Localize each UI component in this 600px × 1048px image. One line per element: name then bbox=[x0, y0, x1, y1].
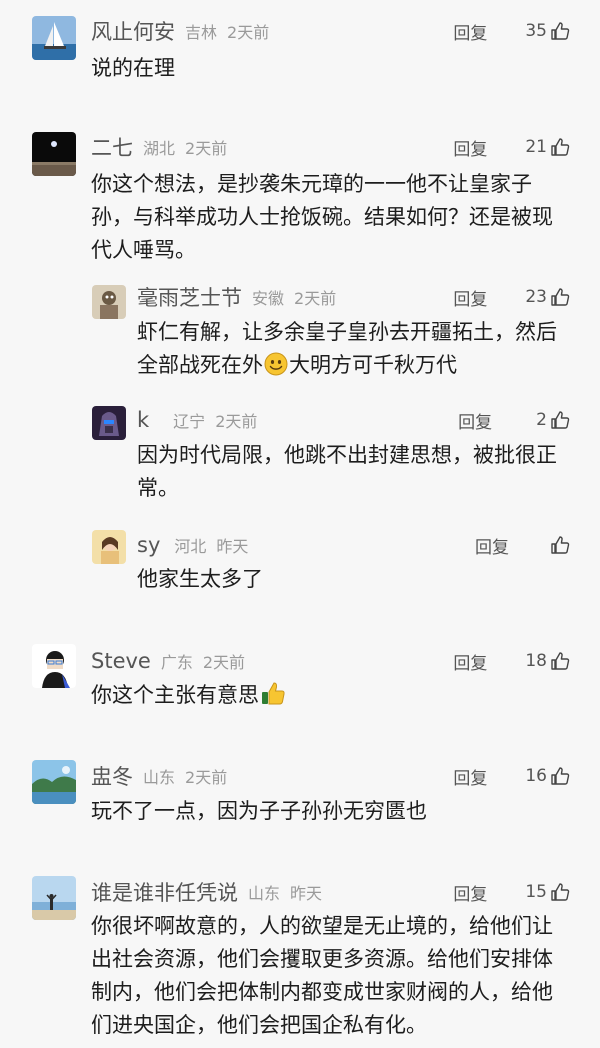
comment-text: 虾仁有解，让多余皇子皇孙去开疆拓土，然后全部战死在外 大明方可千秋万代 bbox=[137, 316, 567, 386]
like-count: 18 bbox=[525, 651, 547, 671]
comment-author[interactable]: 风止何安 bbox=[91, 16, 175, 46]
comment-text: 因为时代局限，他跳不出封建思想，被批很正常。 bbox=[137, 443, 557, 500]
comment-time: 2天前 bbox=[227, 23, 270, 42]
comment-time: 昨天 bbox=[290, 884, 323, 903]
avatar[interactable] bbox=[32, 876, 76, 920]
thumbs-up-icon[interactable] bbox=[550, 410, 570, 430]
comment-location: 山东 bbox=[143, 768, 176, 787]
avatar[interactable] bbox=[32, 760, 76, 804]
reply-button[interactable]: 回复 bbox=[458, 408, 492, 433]
smile-emoji-icon bbox=[264, 352, 288, 386]
comment-text: 你这个想法，是抄袭朱元璋的一一他不让皇家子孙，与科举成功人士抢饭碗。结果如何？还… bbox=[91, 172, 553, 262]
like-count: 21 bbox=[525, 137, 547, 157]
like-count: 23 bbox=[525, 287, 547, 307]
comment-author[interactable]: 盅冬 bbox=[91, 761, 133, 791]
comment-text: 玩不了一点，因为子子孙孙无穷匮也 bbox=[91, 799, 427, 823]
thumbs-up-icon[interactable] bbox=[550, 651, 570, 671]
like-count: 2 bbox=[536, 410, 547, 430]
comment-location: 辽宁 bbox=[173, 412, 206, 431]
like-count: 16 bbox=[525, 766, 547, 786]
comment-text: 他家生太多了 bbox=[137, 567, 263, 591]
reply-button[interactable]: 回复 bbox=[453, 764, 487, 789]
comment-time: 昨天 bbox=[216, 537, 249, 556]
comment-text: 你很坏啊故意的，人的欲望是无止境的，给他们让出社会资源，他们会攫取更多资源。给他… bbox=[91, 914, 553, 1037]
avatar[interactable] bbox=[32, 644, 76, 688]
comment-time: 2天前 bbox=[185, 139, 228, 158]
like-count: 15 bbox=[525, 882, 547, 902]
like-count: 35 bbox=[525, 21, 547, 41]
comment-text-part: 你这个主张有意思 bbox=[91, 683, 259, 707]
comment-time: 2天前 bbox=[294, 289, 337, 308]
reply-button[interactable]: 回复 bbox=[453, 285, 487, 310]
comment-time: 2天前 bbox=[185, 768, 228, 787]
thumbs-up-icon[interactable] bbox=[550, 882, 570, 902]
avatar[interactable] bbox=[32, 132, 76, 176]
comment-author[interactable]: Steve bbox=[91, 649, 151, 673]
thumbs-up-icon[interactable] bbox=[550, 287, 570, 307]
comment-location: 广东 bbox=[160, 653, 193, 672]
reply-button[interactable]: 回复 bbox=[453, 135, 487, 160]
reply-button[interactable]: 回复 bbox=[453, 880, 487, 905]
reply-button[interactable]: 回复 bbox=[453, 19, 487, 44]
comment-location: 湖北 bbox=[143, 139, 176, 158]
comment-author[interactable]: 谁是谁非任凭说 bbox=[91, 877, 238, 907]
reply-button[interactable]: 回复 bbox=[453, 649, 487, 674]
comment-location: 安徽 bbox=[252, 289, 285, 308]
thumbs-up-icon[interactable] bbox=[550, 766, 570, 786]
comment-author[interactable]: sy bbox=[137, 533, 160, 557]
comment-author[interactable]: k bbox=[137, 408, 149, 432]
comment-author[interactable]: 毫雨芝士节 bbox=[137, 282, 242, 312]
avatar[interactable] bbox=[92, 285, 126, 319]
thumbs-up-icon[interactable] bbox=[550, 137, 570, 157]
comment-author[interactable]: 二七 bbox=[91, 132, 133, 162]
comment-time: 2天前 bbox=[215, 412, 258, 431]
comment-location: 吉林 bbox=[185, 23, 218, 42]
comment-location: 山东 bbox=[248, 884, 281, 903]
thumbs-up-icon[interactable] bbox=[550, 21, 570, 41]
thumbs-up-icon[interactable] bbox=[550, 535, 570, 555]
comment-text-part: 大明方可千秋万代 bbox=[289, 353, 457, 377]
thumbs-up-emoji-icon bbox=[260, 680, 286, 716]
comment-text: 你这个主张有意思 bbox=[91, 679, 566, 716]
comment-text: 说的在理 bbox=[91, 56, 175, 80]
comment-time: 2天前 bbox=[202, 653, 246, 672]
avatar[interactable] bbox=[92, 530, 126, 564]
avatar[interactable] bbox=[32, 16, 76, 60]
reply-button[interactable]: 回复 bbox=[475, 533, 509, 558]
comment-location: 河北 bbox=[174, 537, 207, 556]
avatar[interactable] bbox=[92, 406, 126, 440]
